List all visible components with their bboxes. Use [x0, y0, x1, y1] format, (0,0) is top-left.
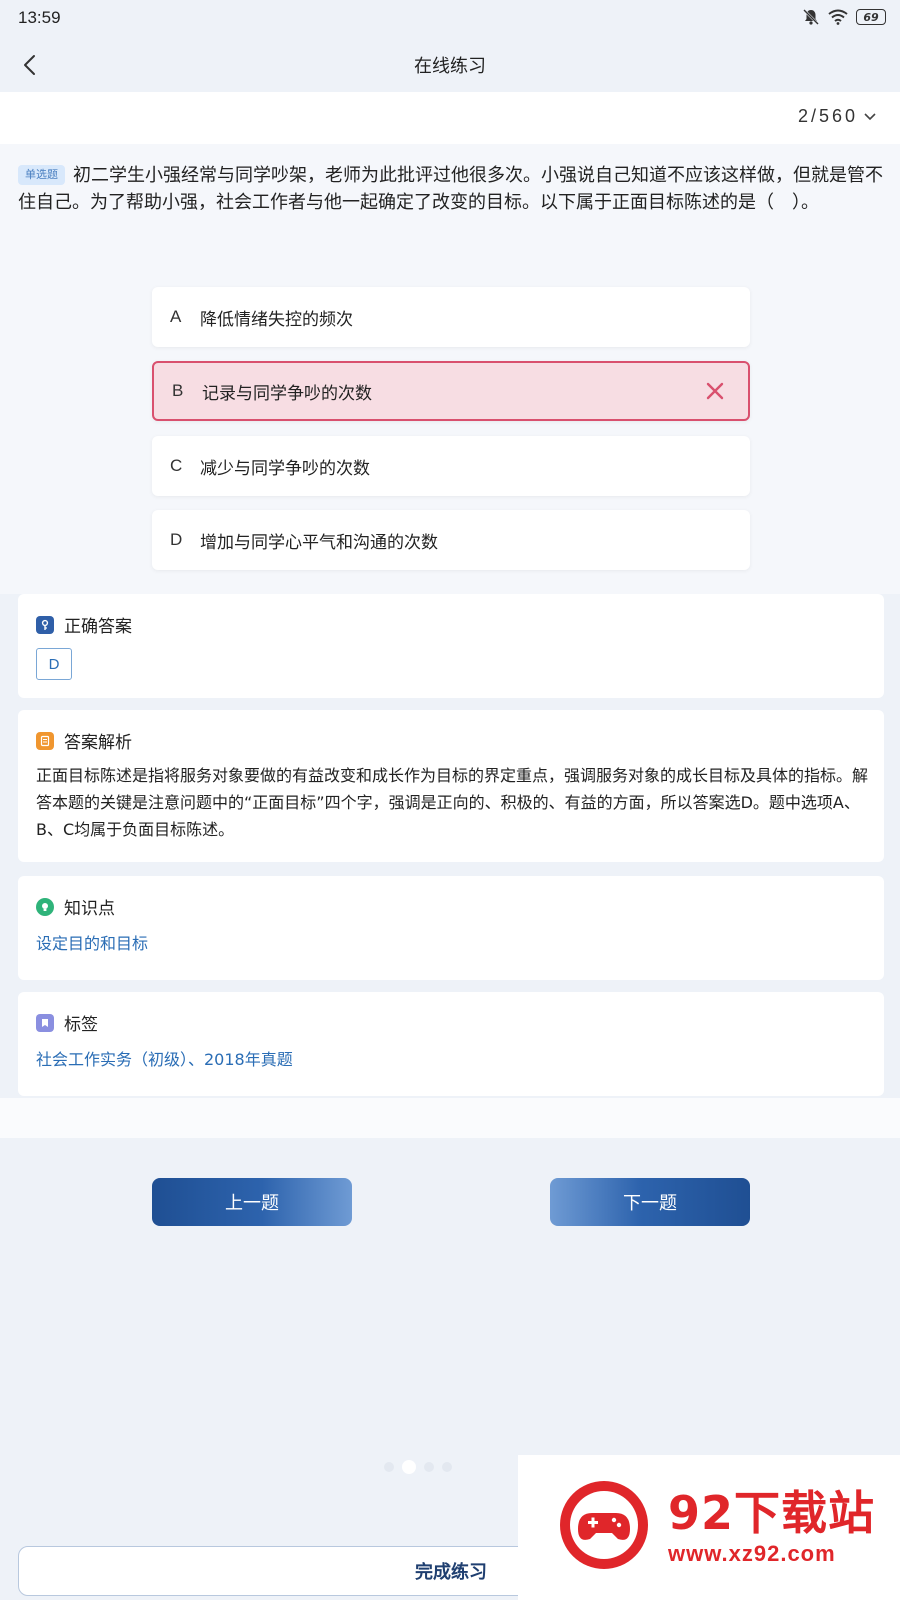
status-time: 13:59	[18, 8, 61, 27]
battery-icon: 69	[856, 9, 886, 25]
option-text: 降低情绪失控的频次	[200, 309, 353, 330]
analysis-heading: 答案解析	[36, 728, 132, 753]
tags-value[interactable]: 社会工作实务（初级）、2018年真题	[36, 1046, 293, 1070]
option-b[interactable]: B 记录与同学争吵的次数	[152, 361, 750, 421]
analysis-card: 答案解析 正面目标陈述是指将服务对象要做的有益改变和成长作为目标的界定重点，强调…	[18, 710, 884, 862]
status-icons: 69	[802, 8, 886, 26]
option-letter: D	[170, 530, 183, 549]
progress-label: 2/560	[797, 106, 858, 126]
tags-title: 标签	[64, 1015, 98, 1035]
page-title: 在线练习	[414, 56, 486, 77]
progress-selector[interactable]: 2/560	[798, 106, 878, 127]
analysis-title: 答案解析	[64, 733, 132, 753]
knowledge-heading: 知识点	[36, 894, 115, 919]
knowledge-card: 知识点 设定目的和目标	[18, 876, 884, 980]
watermark-logo-icon	[560, 1481, 648, 1569]
watermark-url: www.xz92.com	[668, 1541, 836, 1566]
wifi-icon	[828, 9, 848, 25]
page-dot	[424, 1462, 434, 1472]
page-dot	[384, 1462, 394, 1472]
watermark-name: 92下载站	[668, 1486, 876, 1540]
correct-answer-value: D	[36, 648, 72, 680]
bookmark-icon	[36, 1013, 54, 1032]
wrong-x-icon	[706, 382, 724, 400]
lightbulb-icon	[36, 897, 54, 916]
mute-bell-icon	[803, 9, 819, 25]
knowledge-title: 知识点	[64, 899, 115, 919]
progress-strip: 2/560	[0, 92, 900, 144]
nav-bar: 在线练习	[0, 38, 900, 92]
question-stem: 单选题 初二学生小强经常与同学吵架，老师为此批评过他很多次。小强说自己知道不应该这…	[18, 162, 884, 216]
question-text: 初二学生小强经常与同学吵架，老师为此批评过他很多次。小强说自己知道不应该这样做，…	[18, 165, 883, 213]
option-text: 增加与同学心平气和沟通的次数	[200, 532, 438, 553]
divider-strip	[0, 1098, 900, 1138]
option-text: 减少与同学争吵的次数	[200, 458, 370, 479]
option-a[interactable]: A 降低情绪失控的频次	[152, 287, 750, 347]
correct-answer-title: 正确答案	[64, 617, 132, 637]
option-letter: A	[170, 307, 182, 326]
option-letter: C	[170, 456, 183, 475]
tags-card: 标签 社会工作实务（初级）、2018年真题	[18, 992, 884, 1096]
question-type-badge: 单选题	[18, 165, 65, 185]
page-indicator	[384, 1460, 452, 1474]
prev-question-button[interactable]: 上一题	[152, 1178, 352, 1226]
analysis-text: 正面目标陈述是指将服务对象要做的有益改变和成长作为目标的界定重点，强调服务对象的…	[36, 766, 869, 839]
note-icon	[36, 731, 54, 750]
key-icon	[36, 615, 54, 634]
chevron-down-icon	[864, 112, 876, 120]
correct-answer-card: 正确答案 D	[18, 594, 884, 698]
correct-answer-heading: 正确答案	[36, 612, 132, 637]
status-bar: 13:59 69	[0, 0, 900, 38]
next-question-button[interactable]: 下一题	[550, 1178, 750, 1226]
page-dot-active	[402, 1460, 416, 1474]
option-c[interactable]: C 减少与同学争吵的次数	[152, 436, 750, 496]
option-text: 记录与同学争吵的次数	[202, 383, 372, 404]
option-d[interactable]: D 增加与同学心平气和沟通的次数	[152, 510, 750, 570]
watermark: 92下载站 www.xz92.com	[518, 1455, 900, 1600]
page-dot	[442, 1462, 452, 1472]
option-letter: B	[172, 381, 184, 400]
knowledge-link[interactable]: 设定目的和目标	[36, 930, 148, 954]
tags-heading: 标签	[36, 1010, 98, 1035]
